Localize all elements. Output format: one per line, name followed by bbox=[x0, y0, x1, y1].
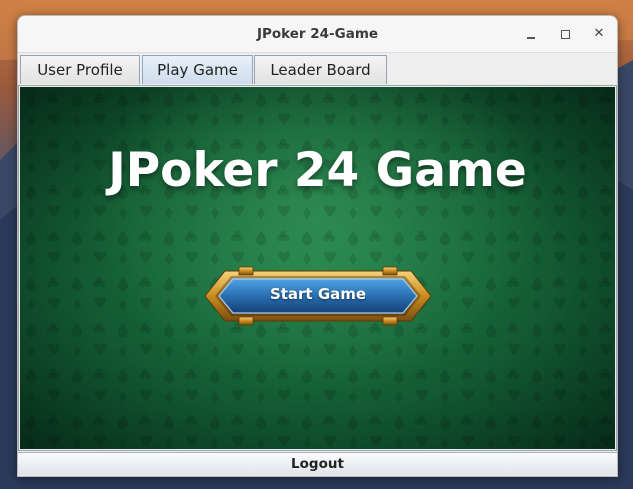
close-button[interactable]: ✕ bbox=[589, 24, 609, 44]
tab-leader-board[interactable]: Leader Board bbox=[254, 55, 387, 84]
play-game-panel: JPoker 24 Game Start Game bbox=[18, 85, 617, 451]
start-game-label: Start Game bbox=[269, 285, 367, 303]
tab-play-game[interactable]: Play Game bbox=[142, 55, 253, 84]
title-bar[interactable]: JPoker 24-Game ✕ bbox=[18, 16, 617, 53]
maximize-icon bbox=[561, 30, 570, 39]
game-title: JPoker 24 Game bbox=[108, 143, 527, 198]
tab-user-profile[interactable]: User Profile bbox=[20, 55, 140, 84]
minimize-icon bbox=[527, 37, 535, 39]
maximize-button[interactable] bbox=[555, 24, 575, 44]
start-game-button[interactable]: Start Game bbox=[203, 265, 433, 327]
logout-button[interactable]: Logout bbox=[18, 452, 617, 475]
tab-bar: User Profile Play Game Leader Board bbox=[18, 53, 617, 85]
minimize-button[interactable] bbox=[521, 24, 541, 44]
close-icon: ✕ bbox=[593, 26, 605, 41]
game-felt-background: JPoker 24 Game Start Game bbox=[20, 87, 615, 449]
app-window: JPoker 24-Game ✕ User Profile Play Game … bbox=[17, 15, 618, 477]
